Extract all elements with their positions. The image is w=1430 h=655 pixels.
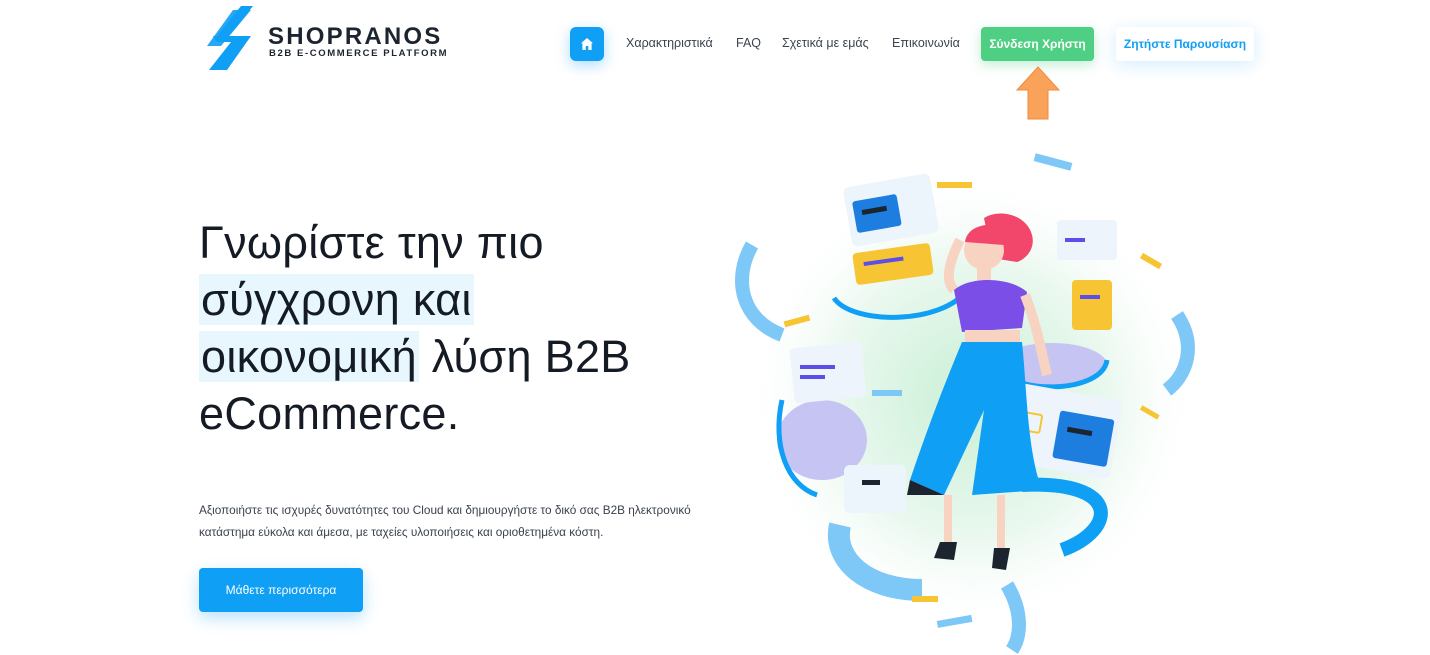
hero-title: Γνωρίστε την πιο σύγχρονη και οικονομική… (199, 214, 719, 442)
home-icon (581, 38, 593, 50)
hero-description-line: Αξιοποιήστε τις ισχυρές δυνατότητες του … (199, 503, 691, 517)
brand-logo[interactable]: SHOPRANOS B2B E-COMMERCE PLATFORM (207, 6, 457, 72)
hero-description: Αξιοποιήστε τις ισχυρές δυνατότητες του … (199, 499, 739, 543)
hero-title-line: eCommerce. (199, 388, 460, 439)
login-button[interactable]: Σύνδεση Χρήστη (981, 27, 1094, 61)
hero-title-highlight: οικονομική (199, 331, 419, 382)
hero-title-line: οικονομική λύση B2B (199, 328, 719, 385)
arrow-up-icon (1016, 66, 1060, 120)
hero-title-fragment: λύση B2B (431, 331, 631, 382)
hero-title-highlight: σύγχρονη και (199, 274, 474, 325)
hero-title-line: Γνωρίστε την πιο (199, 217, 544, 268)
nav-link-about[interactable]: Σχετικά με εμάς (782, 36, 869, 50)
brand-tagline: B2B E-COMMERCE PLATFORM (269, 48, 449, 59)
hero-illustration (735, 153, 1202, 654)
learn-more-button[interactable]: Μάθετε περισσότερα (199, 568, 363, 612)
hero-title-line: σύγχρονη και (199, 271, 719, 328)
shopranos-logo-icon (207, 6, 253, 70)
brand-name: SHOPRANOS (268, 23, 443, 50)
nav-home-button[interactable] (570, 27, 604, 61)
nav-link-contact[interactable]: Επικοινωνία (892, 36, 960, 50)
nav-link-faq[interactable]: FAQ (736, 36, 761, 50)
hero-description-line: κατάστημα εύκολα και άμεσα, με ταχείες υ… (199, 525, 604, 539)
request-demo-button[interactable]: Ζητήστε Παρουσίαση (1116, 27, 1254, 61)
nav-link-features[interactable]: Χαρακτηριστικά (626, 36, 713, 50)
